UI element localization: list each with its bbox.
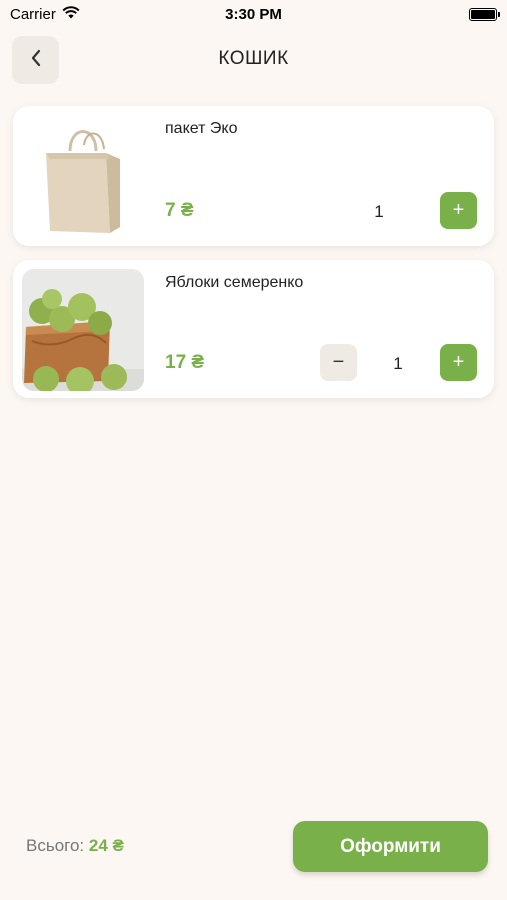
item-price: 17 ₴ [165, 352, 205, 373]
total-value: 24 ₴ [88, 836, 124, 855]
wifi-icon [62, 5, 80, 23]
cart-item: Яблоки семеренко 17 ₴ − 1 + [13, 260, 494, 398]
plus-icon: + [452, 199, 465, 221]
plus-icon: + [452, 351, 465, 373]
status-bar: Carrier 3:30 PM [0, 0, 507, 28]
item-price: 7 ₴ [165, 200, 194, 221]
increase-quantity-button[interactable]: + [440, 344, 477, 381]
total-summary: Всього: 24 ₴ [26, 836, 124, 856]
status-left: Carrier [10, 6, 80, 23]
product-image-eco-bag [22, 115, 144, 237]
item-name: Яблоки семеренко [165, 274, 304, 291]
header: КОШИК [0, 36, 507, 86]
increase-quantity-button[interactable]: + [440, 192, 477, 229]
product-image-apples [22, 269, 144, 391]
page-title: КОШИК [218, 48, 289, 69]
cart-item: пакет Эко 7 ₴ 1 + [13, 106, 494, 246]
footer: Всього: 24 ₴ Оформити [0, 820, 507, 874]
battery-icon [469, 7, 500, 21]
decrease-quantity-button[interactable]: − [320, 344, 357, 381]
carrier-label: Carrier [10, 5, 56, 23]
quantity-value: 1 [374, 202, 384, 221]
quantity-value: 1 [393, 354, 403, 373]
checkout-button[interactable]: Оформити [293, 821, 488, 872]
total-label: Всього: [26, 836, 89, 855]
item-name: пакет Эко [165, 120, 238, 137]
minus-icon: − [332, 351, 345, 373]
